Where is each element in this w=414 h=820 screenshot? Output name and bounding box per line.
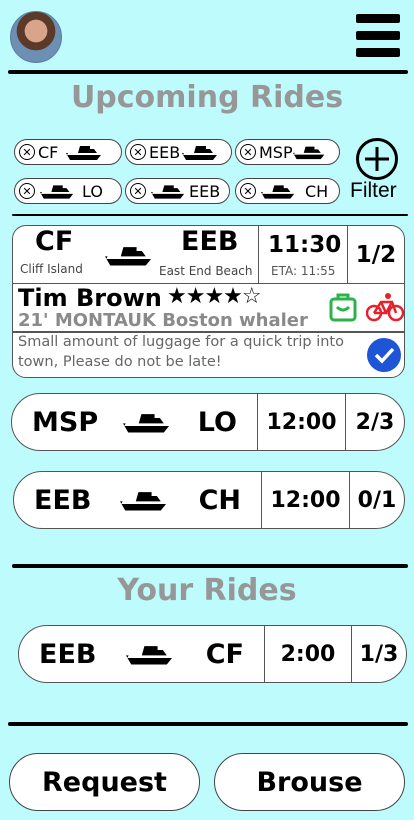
ride-to: LO (197, 406, 237, 438)
ride-row-eeb-ch[interactable]: EEB CH 12:00 0/1 (13, 471, 405, 529)
from-code: CF (35, 226, 74, 257)
expanded-ride-card[interactable]: CF Cliff Island EEB East End Beach 11:30… (12, 225, 405, 378)
section-divider (12, 564, 408, 568)
brouse-button[interactable]: Brouse (214, 753, 405, 811)
filter-chip-lo[interactable]: ✕ LO (14, 178, 122, 204)
departure-time: 11:30 (268, 232, 342, 258)
filter-chip-eeb-2[interactable]: ✕ EEB (125, 178, 230, 204)
boat-icon (182, 146, 218, 160)
your-ride-row-eeb-cf[interactable]: EEB CF 2:00 1/3 (18, 625, 407, 683)
ride-from: EEB (39, 638, 97, 670)
filter-chip-eeb[interactable]: ✕ EEB (125, 139, 232, 165)
seats-count: 1/2 (348, 226, 404, 284)
filter-label[interactable]: Filter (350, 179, 397, 203)
chip-label: CH (305, 181, 329, 201)
ride-from: EEB (34, 484, 92, 516)
from-name: Cliff Island (20, 262, 83, 276)
ride-to: CH (198, 484, 241, 516)
luggage-icon (329, 293, 357, 322)
chip-label: CF (38, 142, 59, 162)
ride-seats: 1/3 (351, 626, 406, 682)
request-button[interactable]: Request (9, 753, 200, 811)
add-filter-icon[interactable] (356, 138, 398, 180)
close-icon[interactable]: ✕ (240, 144, 256, 160)
close-icon[interactable]: ✕ (130, 144, 146, 160)
ride-time: 12:00 (261, 472, 349, 528)
boat-icon (66, 146, 102, 160)
chip-label: EEB (189, 181, 221, 201)
header-divider (8, 70, 408, 74)
rating-stars: ★★★★☆ (167, 284, 262, 309)
boat-icon (105, 247, 152, 266)
boat-icon (261, 185, 295, 199)
boat-description: 21' MONTAUK Boston whaler (18, 310, 308, 331)
ride-to: CF (205, 638, 244, 670)
route-cell: CF Cliff Island EEB East End Beach (13, 226, 259, 284)
time-cell: 11:30 ETA: 11:55 (259, 226, 348, 284)
close-icon[interactable]: ✕ (130, 183, 146, 199)
ride-note: Small amount of luggage for a quick trip… (18, 334, 344, 370)
chip-label: EEB (149, 142, 181, 162)
filter-chip-ch[interactable]: ✕ CH (235, 178, 340, 204)
boat-icon (40, 185, 74, 199)
filter-chip-cf[interactable]: ✕ CF (14, 139, 122, 165)
filter-divider (12, 214, 408, 216)
to-name: East End Beach (159, 264, 253, 278)
your-rides-title: Your Rides (117, 573, 297, 608)
check-icon[interactable] (367, 338, 401, 372)
hamburger-menu-icon[interactable] (356, 14, 400, 60)
boat-icon (151, 185, 185, 199)
ride-time: 2:00 (264, 626, 351, 682)
boat-icon (120, 492, 167, 511)
close-icon[interactable]: ✕ (19, 144, 35, 160)
boat-icon (122, 414, 170, 433)
ride-row-msp-lo[interactable]: MSP LO 12:00 2/3 (11, 393, 405, 451)
filter-chip-msp[interactable]: ✕ MSP (235, 139, 340, 165)
boat-icon (126, 646, 173, 665)
captain-name: Tim Brown (18, 284, 162, 312)
close-icon[interactable]: ✕ (19, 183, 35, 199)
ride-seats: 2/3 (345, 394, 404, 450)
chip-label: MSP (259, 142, 293, 162)
footer-divider (8, 722, 408, 726)
boat-icon (292, 146, 324, 160)
ride-time: 12:00 (257, 394, 345, 450)
upcoming-title: Upcoming Rides (70, 80, 344, 115)
eta-time: ETA: 11:55 (271, 264, 336, 278)
bicycle-icon (366, 293, 404, 322)
avatar[interactable] (10, 11, 62, 63)
ride-from: MSP (32, 406, 99, 438)
chip-label: LO (82, 181, 103, 201)
ride-seats: 0/1 (349, 472, 404, 528)
to-code: EEB (181, 226, 239, 257)
close-icon[interactable]: ✕ (240, 183, 256, 199)
